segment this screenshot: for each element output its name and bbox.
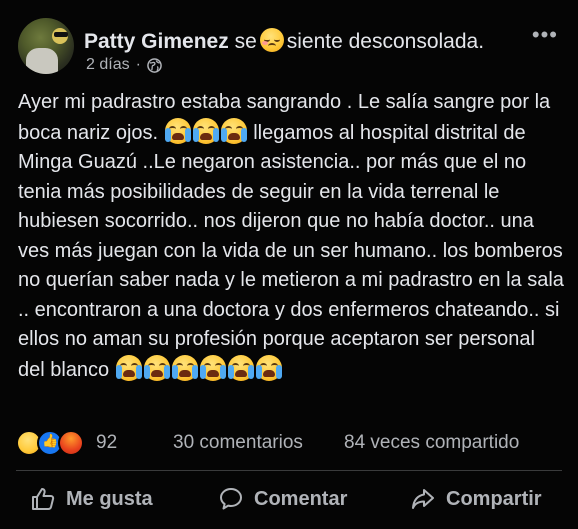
post-timestamp[interactable]: 2 días — [86, 56, 130, 74]
avatar-figure — [26, 48, 58, 74]
sad-face-emoji-icon — [259, 28, 284, 52]
crying-face-icon — [220, 117, 247, 144]
feeling-text: siente desconsolada. — [286, 30, 485, 53]
post-header: Patty Gimenez se siente desconsolada. — [84, 28, 484, 54]
facebook-post-card: Patty Gimenez se siente desconsolada. 2 … — [0, 0, 578, 529]
crying-face-icon — [115, 354, 142, 381]
post-actions: Me gusta Comentar Compartir — [0, 480, 578, 522]
angry-reaction-icon — [58, 430, 84, 456]
thumbs-up-icon — [32, 488, 55, 510]
author-name[interactable]: Patty Gimenez — [84, 30, 229, 53]
like-label: Me gusta — [66, 487, 153, 510]
reaction-icons[interactable] — [16, 430, 84, 456]
comment-button[interactable]: Comentar — [218, 486, 347, 512]
crying-face-icon — [143, 354, 170, 381]
share-arrow-icon — [412, 489, 434, 509]
crying-face-icon — [164, 117, 191, 144]
post-body: Ayer mi padrastro estaba sangrando . Le … — [18, 88, 566, 385]
shares-count[interactable]: 84 veces compartido — [344, 432, 519, 454]
feeling-prefix: se — [234, 30, 257, 53]
share-button[interactable]: Compartir — [410, 486, 542, 512]
comment-label: Comentar — [254, 487, 348, 510]
like-button[interactable]: Me gusta — [30, 486, 153, 512]
reactions-count[interactable]: 92 — [96, 432, 117, 454]
share-label: Compartir — [446, 487, 542, 510]
meta-separator: · — [135, 56, 141, 73]
crying-face-icon — [192, 117, 219, 144]
globe-icon[interactable] — [147, 57, 162, 73]
avatar[interactable] — [18, 18, 74, 74]
crying-face-icon — [199, 354, 226, 381]
divider — [16, 470, 562, 471]
comment-icon — [220, 488, 242, 510]
crying-face-icon — [255, 354, 282, 381]
post-text-part2: llegamos al hospital distrital de Minga … — [18, 121, 564, 381]
post-meta: 2 días · — [86, 56, 162, 74]
crying-face-icon — [171, 354, 198, 381]
crying-face-icon — [227, 354, 254, 381]
comments-count[interactable]: 30 comentarios — [173, 432, 303, 454]
reactions-summary: 92 30 comentarios 84 veces compartido — [16, 428, 566, 458]
avatar-glasses — [54, 32, 68, 37]
more-options-icon[interactable]: ••• — [532, 22, 558, 48]
